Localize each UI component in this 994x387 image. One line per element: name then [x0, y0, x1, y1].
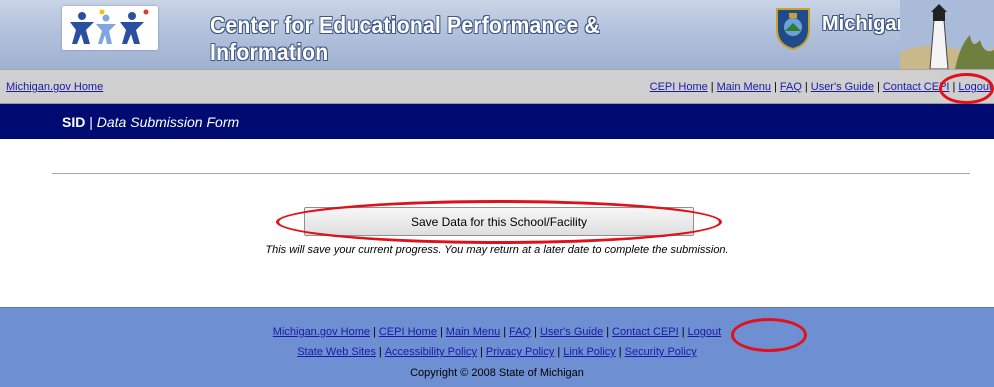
footer-users-guide-link[interactable]: User's Guide	[540, 326, 603, 338]
separator: |	[606, 326, 610, 338]
separator: |	[681, 326, 685, 338]
footer-michigan-gov-home-link[interactable]: Michigan.gov Home	[273, 326, 370, 338]
contact-cepi-link[interactable]: Contact CEPI	[883, 81, 950, 93]
footer-cepi-home-link[interactable]: CEPI Home	[379, 326, 437, 338]
michigan-gov-home-link[interactable]: Michigan.gov Home	[6, 81, 103, 93]
footer-logout-link[interactable]: Logout	[688, 326, 722, 338]
separator: |	[439, 326, 443, 338]
separator: |	[804, 81, 808, 93]
privacy-policy-link[interactable]: Privacy Policy	[486, 346, 554, 358]
title-separator: |	[89, 114, 93, 130]
accessibility-policy-link[interactable]: Accessibility Policy	[385, 346, 477, 358]
save-data-button[interactable]: Save Data for this School/Facility	[304, 207, 694, 236]
users-guide-link[interactable]: User's Guide	[811, 81, 874, 93]
separator: |	[774, 81, 777, 93]
page-title-bar: SID | Data Submission Form	[0, 104, 994, 139]
form-name: Data Submission Form	[96, 114, 240, 130]
separator: |	[618, 346, 622, 358]
state-web-sites-link[interactable]: State Web Sites	[297, 346, 376, 358]
security-policy-link[interactable]: Security Policy	[625, 346, 697, 358]
footer: Michigan.gov Home | CEPI Home | Main Menu | FA…	[0, 307, 994, 387]
footer-policy-links: State Web Sites | Accessibility Policy | Pri…	[0, 346, 994, 358]
copyright: Copyright © 2008 State of Michigan	[410, 367, 584, 379]
page-title: SID | Data Submission Form	[62, 114, 239, 130]
cepi-home-link[interactable]: CEPI Home	[650, 81, 708, 93]
separator: |	[373, 326, 376, 338]
utility-nav-bar: Michigan.gov Home CEPI Home | Main Menu | FA…	[0, 69, 994, 104]
footer-nav-links: Michigan.gov Home | CEPI Home | Main Menu | FA…	[0, 326, 994, 338]
header-banner: Center for Educational Performance & Inf…	[0, 0, 994, 69]
separator: |	[378, 346, 382, 358]
footer-main-menu-link[interactable]: Main Menu	[446, 326, 500, 338]
separator: |	[710, 81, 714, 93]
michigan-seal-icon	[771, 5, 815, 51]
utility-nav-links: CEPI Home | Main Menu | FAQ | User's Guide | Con…	[650, 81, 992, 93]
footer-contact-cepi-link[interactable]: Contact CEPI	[612, 326, 679, 338]
faq-link[interactable]: FAQ	[780, 81, 802, 93]
separator: |	[952, 81, 956, 93]
children-logo-icon[interactable]	[62, 6, 158, 50]
save-note: This will save your current progress. Yo…	[265, 244, 729, 256]
divider	[52, 173, 970, 174]
separator: |	[557, 346, 561, 358]
logout-link[interactable]: Logout	[958, 81, 992, 93]
footer-faq-link[interactable]: FAQ	[509, 326, 531, 338]
separator: |	[534, 326, 537, 338]
separator: |	[503, 326, 507, 338]
main-menu-link[interactable]: Main Menu	[717, 81, 771, 93]
separator: |	[876, 81, 880, 93]
link-policy-link[interactable]: Link Policy	[563, 346, 616, 358]
lighthouse-icon	[900, 0, 994, 69]
system-name: SID	[62, 114, 86, 130]
separator: |	[480, 346, 483, 358]
banner-title: Center for Educational Performance & Inf…	[210, 12, 600, 65]
